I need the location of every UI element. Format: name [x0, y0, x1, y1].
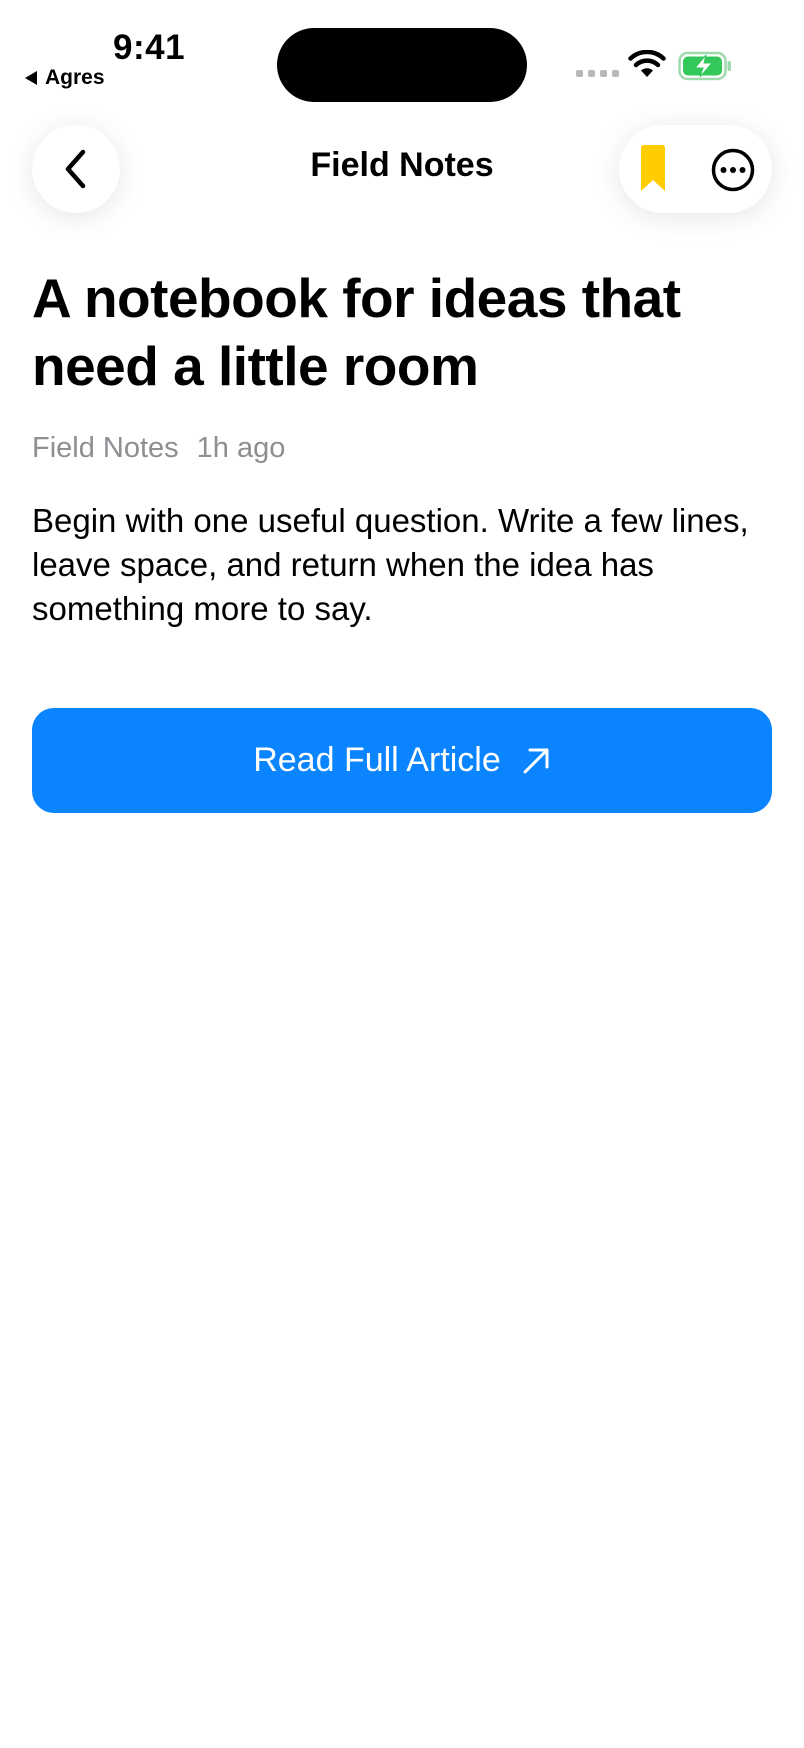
article-body: Begin with one useful question. Write a …: [32, 502, 749, 627]
article-source: Field Notes: [32, 432, 179, 464]
nav-actions-group: [619, 125, 772, 213]
bookmark-icon[interactable]: [638, 144, 668, 194]
more-icon[interactable]: [711, 148, 755, 192]
back-to-app-link[interactable]: Agres: [25, 66, 105, 90]
arrow-up-right-icon: [523, 748, 549, 773]
battery-charging-icon: [678, 51, 731, 81]
read-full-article-label: Read Full Article: [253, 741, 501, 779]
dynamic-island: [277, 28, 527, 102]
article-headline: A notebook for ideas that need a little …: [32, 267, 681, 397]
read-full-article-button[interactable]: Read Full Article: [32, 708, 772, 813]
article-meta: Field Notes 1h ago: [32, 432, 285, 465]
status-time: 9:41: [113, 28, 186, 67]
back-triangle-icon: [25, 71, 37, 85]
wifi-icon: [628, 50, 666, 77]
cellular-signal-icon: [576, 70, 619, 77]
back-app-label: Agres: [45, 66, 105, 89]
article-time: 1h ago: [196, 432, 286, 464]
